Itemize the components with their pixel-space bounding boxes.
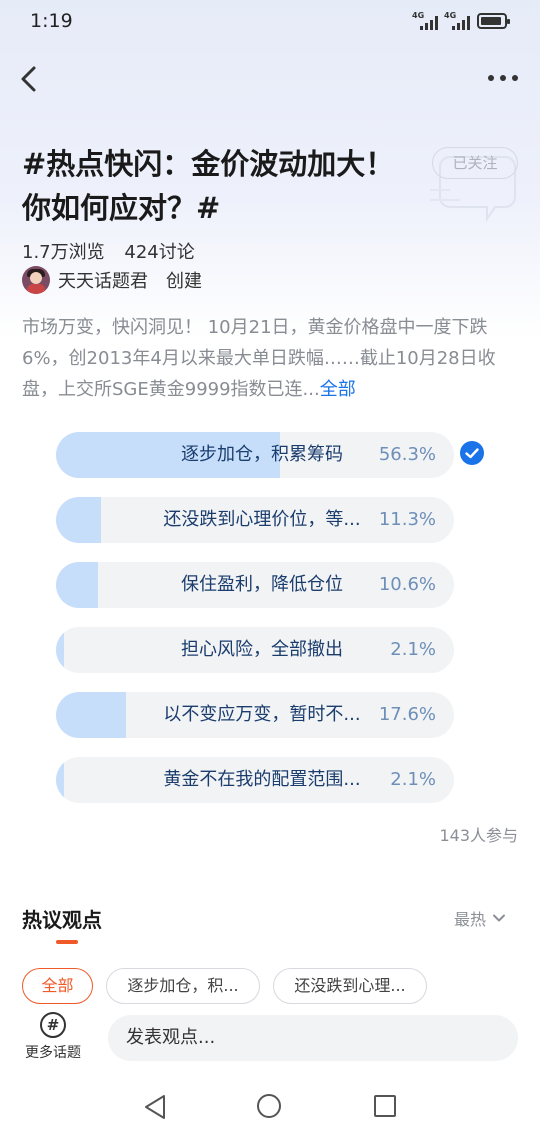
filter-chip-all[interactable]: 全部 xyxy=(22,968,93,1004)
battery-icon xyxy=(477,13,510,29)
follow-button[interactable]: 已关注 xyxy=(432,147,518,179)
nav-recent-icon[interactable] xyxy=(374,1095,396,1117)
filter-chip[interactable]: 逐步加仓，积... xyxy=(106,968,260,1004)
nav-back-icon[interactable] xyxy=(143,1094,167,1120)
section-title: 热议观点 xyxy=(22,908,102,932)
poll-option-label: 逐步加仓，积累筹码 xyxy=(181,444,343,465)
avatar[interactable] xyxy=(22,266,50,294)
topic-stats: 1.7万浏览 424讨论 xyxy=(22,238,195,264)
signal-icon: 4G xyxy=(412,11,440,32)
chevron-down-icon xyxy=(493,914,506,922)
topic-title: #热点快闪：金价波动加大！你如何应对？# xyxy=(22,147,395,225)
creator-action: 创建 xyxy=(166,271,202,292)
sort-dropdown[interactable]: 最热 xyxy=(454,906,506,930)
participant-count: 143人参与 xyxy=(439,826,518,845)
expand-all-link[interactable]: 全部 xyxy=(320,379,356,400)
poll-option-bar xyxy=(56,692,126,738)
poll-option-percent: 2.1% xyxy=(390,769,436,790)
poll-option-percent: 11.3% xyxy=(378,509,436,530)
more-topics-button[interactable]: # 更多话题 xyxy=(20,1012,86,1062)
poll-option-bar xyxy=(56,497,101,543)
poll-option[interactable]: 黄金不在我的配置范围... 2.1% xyxy=(56,757,454,803)
view-count: 1.7万浏览 xyxy=(22,242,105,263)
nav-home-icon[interactable] xyxy=(257,1094,281,1118)
poll-option-label: 黄金不在我的配置范围... xyxy=(163,769,361,790)
sort-label: 最热 xyxy=(454,910,487,929)
status-time: 1:19 xyxy=(30,10,73,32)
hashtag-icon: # xyxy=(40,1012,66,1038)
poll-option-label: 还没跌到心理价位，等... xyxy=(163,509,361,530)
creator-name[interactable]: 天天话题君 xyxy=(58,267,148,293)
description-text: 市场万变，快闪洞见！ 10月21日，黄金价格盘中一度下跌6%，创2013年4月以… xyxy=(22,317,496,400)
poll-option[interactable]: 还没跌到心理价位，等... 11.3% xyxy=(56,497,454,543)
poll-option-percent: 17.6% xyxy=(378,704,436,725)
selected-check-icon xyxy=(460,441,484,465)
back-arrow-icon[interactable] xyxy=(14,62,48,96)
status-bar: 1:19 4G 4G xyxy=(0,0,540,46)
poll-option-bar xyxy=(56,562,98,608)
creator-info[interactable]: 天天话题君 创建 xyxy=(22,266,202,294)
more-topics-label: 更多话题 xyxy=(25,1045,81,1061)
topic-description: 市场万变，快闪洞见！ 10月21日，黄金价格盘中一度下跌6%，创2013年4月以… xyxy=(22,312,522,405)
poll-option-bar xyxy=(56,757,64,803)
filter-chip[interactable]: 还没跌到心理... xyxy=(273,968,427,1004)
poll-option[interactable]: 以不变应万变，暂时不... 17.6% xyxy=(56,692,454,738)
poll-option-percent: 10.6% xyxy=(378,574,436,595)
poll-option[interactable]: 保住盈利，降低仓位 10.6% xyxy=(56,562,454,608)
poll-option-percent: 2.1% xyxy=(390,639,436,660)
poll-option[interactable]: 担心风险，全部撤出 2.1% xyxy=(56,627,454,673)
poll-option[interactable]: 逐步加仓，积累筹码 56.3% xyxy=(56,432,454,478)
poll-option-label: 担心风险，全部撤出 xyxy=(181,639,343,660)
poll-option-percent: 56.3% xyxy=(378,444,436,465)
poll-option-label: 保住盈利，降低仓位 xyxy=(181,574,343,595)
poll-option-bar xyxy=(56,627,64,673)
discussion-count: 424讨论 xyxy=(124,242,195,263)
poll-option-label: 以不变应万变，暂时不... xyxy=(163,704,361,725)
more-dots-icon[interactable] xyxy=(486,66,520,90)
section-title-underline xyxy=(56,940,78,944)
comment-input[interactable]: 发表观点... xyxy=(108,1015,518,1061)
signal-icon: 4G xyxy=(444,11,472,32)
